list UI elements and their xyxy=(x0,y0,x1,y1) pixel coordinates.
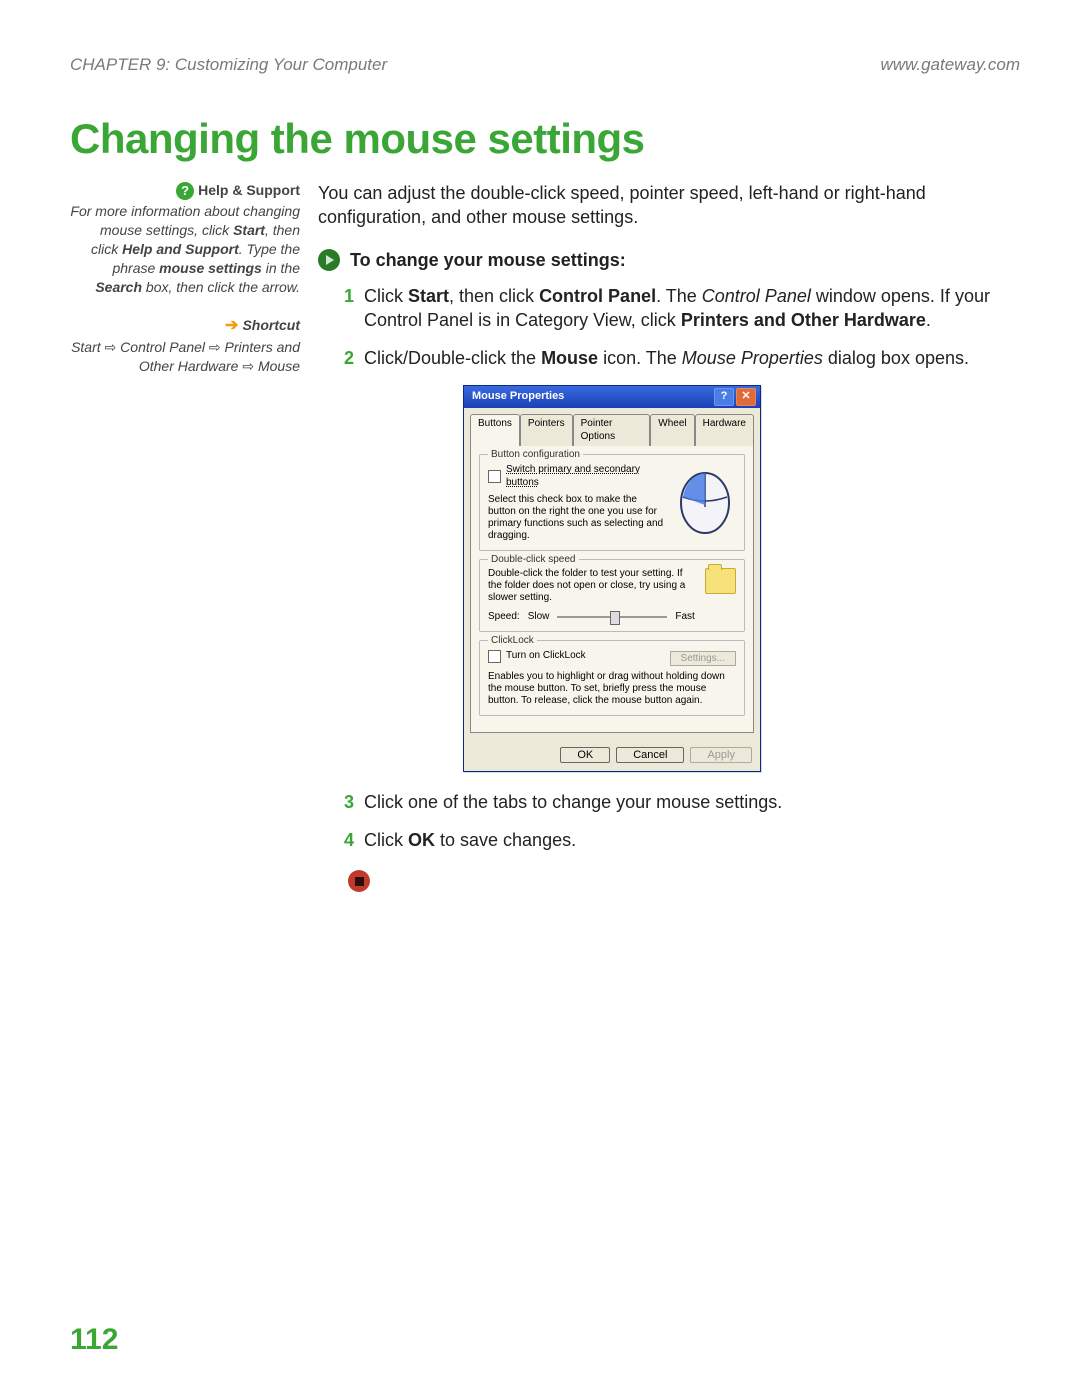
double-click-desc: Double-click the folder to test your set… xyxy=(488,568,695,604)
group-clicklock: ClickLock Turn on ClickLock Settings... … xyxy=(479,640,745,716)
help-icon: ? xyxy=(176,182,194,200)
group-double-click: Double-click speed Double-click the fold… xyxy=(479,559,745,633)
mouse-properties-dialog: Mouse Properties ? ✕ Buttons Pointers Po… xyxy=(463,385,761,772)
switch-buttons-desc: Select this check box to make the button… xyxy=(488,494,666,542)
checkbox-icon[interactable] xyxy=(488,650,501,663)
intro-text: You can adjust the double-click speed, p… xyxy=(318,181,1020,230)
group-button-config: Button configuration Switch primary and … xyxy=(479,454,745,551)
speed-label: Speed: xyxy=(488,610,520,624)
fast-label: Fast xyxy=(675,610,694,624)
step-1: 1 Click Start, then click Control Panel.… xyxy=(338,284,1020,333)
help-heading: Help & Support xyxy=(198,181,300,200)
tab-pointers[interactable]: Pointers xyxy=(520,414,573,446)
shortcut-arrow-icon: ➔ xyxy=(225,315,238,337)
group-title: Double-click speed xyxy=(488,553,579,567)
cancel-button[interactable]: Cancel xyxy=(616,747,684,763)
dialog-tabs: Buttons Pointers Pointer Options Wheel H… xyxy=(470,414,754,446)
subheading: To change your mouse settings: xyxy=(350,248,626,272)
stop-icon xyxy=(348,870,370,892)
page-title: Changing the mouse settings xyxy=(70,115,1020,163)
switch-buttons-checkbox[interactable]: Switch primary and secondary buttons xyxy=(488,463,666,490)
play-icon xyxy=(318,249,340,271)
site-url: www.gateway.com xyxy=(880,55,1020,75)
group-title: ClickLock xyxy=(488,634,537,648)
group-title: Button configuration xyxy=(488,448,583,462)
slider-thumb-icon[interactable] xyxy=(610,611,620,625)
tab-wheel[interactable]: Wheel xyxy=(650,414,694,446)
tab-pointer-options[interactable]: Pointer Options xyxy=(573,414,651,446)
step-3: 3 Click one of the tabs to change your m… xyxy=(338,790,1020,814)
step-4: 4 Click OK to save changes. xyxy=(338,828,1020,852)
clicklock-desc: Enables you to highlight or drag without… xyxy=(488,671,736,707)
step-2: 2 Click/Double-click the Mouse icon. The… xyxy=(338,346,1020,370)
apply-button: Apply xyxy=(690,747,752,763)
sidebar: ? Help & Support For more information ab… xyxy=(70,181,318,376)
shortcut-path: Start ⇨ Control Panel ⇨ Printers and Oth… xyxy=(70,338,300,376)
shortcut-heading: Shortcut xyxy=(242,316,300,335)
checkbox-icon[interactable] xyxy=(488,470,501,483)
mouse-illustration-icon xyxy=(674,463,736,537)
ok-button[interactable]: OK xyxy=(560,747,610,763)
step-number: 2 xyxy=(338,346,354,370)
step-number: 3 xyxy=(338,790,354,814)
slow-label: Slow xyxy=(528,610,550,624)
test-folder-icon[interactable] xyxy=(705,568,736,594)
chapter-label: CHAPTER 9: Customizing Your Computer xyxy=(70,55,387,75)
step-number: 4 xyxy=(338,828,354,852)
clicklock-settings-button: Settings... xyxy=(670,651,736,666)
close-icon[interactable]: ✕ xyxy=(736,388,756,406)
step-number: 1 xyxy=(338,284,354,308)
help-button-icon[interactable]: ? xyxy=(714,388,734,406)
dialog-title: Mouse Properties xyxy=(468,389,564,404)
help-body: For more information about changing mous… xyxy=(70,202,300,296)
tab-buttons[interactable]: Buttons xyxy=(470,414,520,446)
main-content: You can adjust the double-click speed, p… xyxy=(318,181,1020,892)
speed-slider[interactable] xyxy=(557,616,667,618)
tab-hardware[interactable]: Hardware xyxy=(695,414,754,446)
dialog-titlebar[interactable]: Mouse Properties ? ✕ xyxy=(464,386,760,408)
clicklock-checkbox[interactable]: Turn on ClickLock xyxy=(488,649,586,663)
page-number: 112 xyxy=(70,1323,118,1357)
